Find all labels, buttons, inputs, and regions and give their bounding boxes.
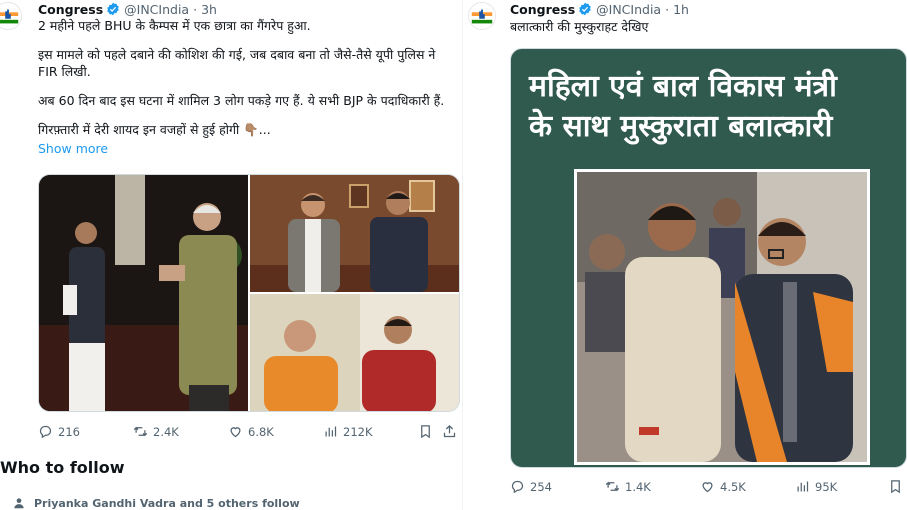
poster-line-1: महिला एवं बाल विकास मंत्री: [529, 69, 837, 104]
reply-button[interactable]: 216: [38, 424, 80, 439]
tweet-actions: 216 2.4K 6.8K 212K: [38, 424, 458, 440]
separator-dot: ·: [193, 1, 198, 17]
share-icon: [443, 424, 456, 438]
like-button[interactable]: 4.5K: [700, 479, 746, 494]
media-photo-3[interactable]: [250, 294, 459, 411]
social-context-text: Priyanka Gandhi Vadra and 5 others follo…: [34, 496, 300, 510]
views-button[interactable]: 95K: [795, 479, 837, 494]
like-button[interactable]: 6.8K: [228, 424, 274, 439]
tweet-header: Congress @INCIndia · 3h: [38, 0, 217, 18]
who-to-follow-title: Who to follow: [0, 458, 125, 477]
like-icon: [230, 427, 241, 438]
like-count: 6.8K: [248, 424, 274, 439]
bookmark-button[interactable]: [418, 424, 433, 439]
reply-icon: [39, 425, 52, 439]
media-grid[interactable]: [38, 174, 460, 412]
media-photo-2[interactable]: [250, 175, 459, 292]
repost-count: 1.4K: [625, 479, 651, 494]
author-name[interactable]: Congress: [38, 2, 103, 17]
poster-photo: [574, 169, 870, 465]
bookmark-icon: [421, 425, 430, 439]
person-icon: [14, 498, 24, 509]
verified-badge-icon: [107, 2, 119, 16]
reply-count: 216: [58, 424, 80, 439]
like-count: 4.5K: [720, 479, 746, 494]
tweet-media-poster[interactable]: महिला एवं बाल विकास मंत्री के साथ मुस्कु…: [510, 48, 907, 468]
views-count: 212K: [343, 424, 373, 439]
who-to-follow-social-context[interactable]: Priyanka Gandhi Vadra and 5 others follo…: [12, 496, 300, 510]
column-divider: [462, 0, 463, 510]
tweet-paragraph: 2 महीने पहले BHU के कैम्पस में एक छात्रा…: [38, 18, 311, 33]
poster-line-2: के साथ मुस्कुराता बलात्कारी: [529, 109, 833, 144]
show-more-link[interactable]: Show more: [38, 140, 458, 157]
tweet-left[interactable]: Congress @INCIndia · 3h 2 महीने पहले BHU…: [0, 0, 462, 450]
tweet-right[interactable]: Congress @INCIndia · 1h बलात्कारी की मुस…: [465, 0, 907, 510]
bookmark-button[interactable]: [888, 479, 903, 494]
tweet-text: बलात्कारी की मुस्कुराहट देखिए: [510, 19, 649, 34]
like-icon: [702, 482, 713, 493]
media-photo-1[interactable]: [39, 175, 248, 411]
views-count: 95K: [815, 479, 838, 494]
tweet-actions: 254 1.4K 4.5K 95K: [510, 479, 905, 495]
poster-headline: महिला एवं बाल विकास मंत्री के साथ मुस्कु…: [511, 67, 906, 147]
verified-badge-icon: [579, 2, 591, 16]
share-button[interactable]: [442, 424, 457, 439]
tweet-text: 2 महीने पहले BHU के कैम्पस में एक छात्रा…: [38, 17, 458, 157]
repost-button[interactable]: 2.4K: [133, 424, 179, 439]
tweet-paragraph: इस मामले को पहले दबाने की कोशिश की गई, ज…: [38, 47, 436, 79]
tweet-paragraph: गिरफ़्तारी में देरी शायद इन वजहों से हुई…: [38, 122, 271, 137]
views-button[interactable]: 212K: [323, 424, 373, 439]
repost-button[interactable]: 1.4K: [605, 479, 651, 494]
separator-dot: ·: [665, 1, 670, 17]
author-handle[interactable]: @INCIndia: [124, 2, 189, 17]
repost-icon: [133, 426, 148, 437]
views-icon: [797, 481, 809, 492]
inc-logo-icon[interactable]: [0, 2, 22, 30]
inc-logo-icon[interactable]: [468, 2, 496, 30]
tweet-paragraph: अब 60 दिन बाद इस घटना में शामिल 3 लोग पक…: [38, 93, 445, 108]
reply-icon: [511, 480, 524, 494]
bookmark-icon: [891, 480, 900, 494]
tweet-header: Congress @INCIndia · 1h: [510, 0, 689, 18]
timestamp[interactable]: 1h: [673, 2, 689, 17]
reply-count: 254: [530, 479, 552, 494]
author-name[interactable]: Congress: [510, 2, 575, 17]
author-handle[interactable]: @INCIndia: [596, 2, 661, 17]
timestamp[interactable]: 3h: [201, 2, 217, 17]
views-icon: [325, 426, 337, 437]
repost-icon: [605, 481, 620, 492]
reply-button[interactable]: 254: [510, 479, 552, 494]
repost-count: 2.4K: [153, 424, 179, 439]
